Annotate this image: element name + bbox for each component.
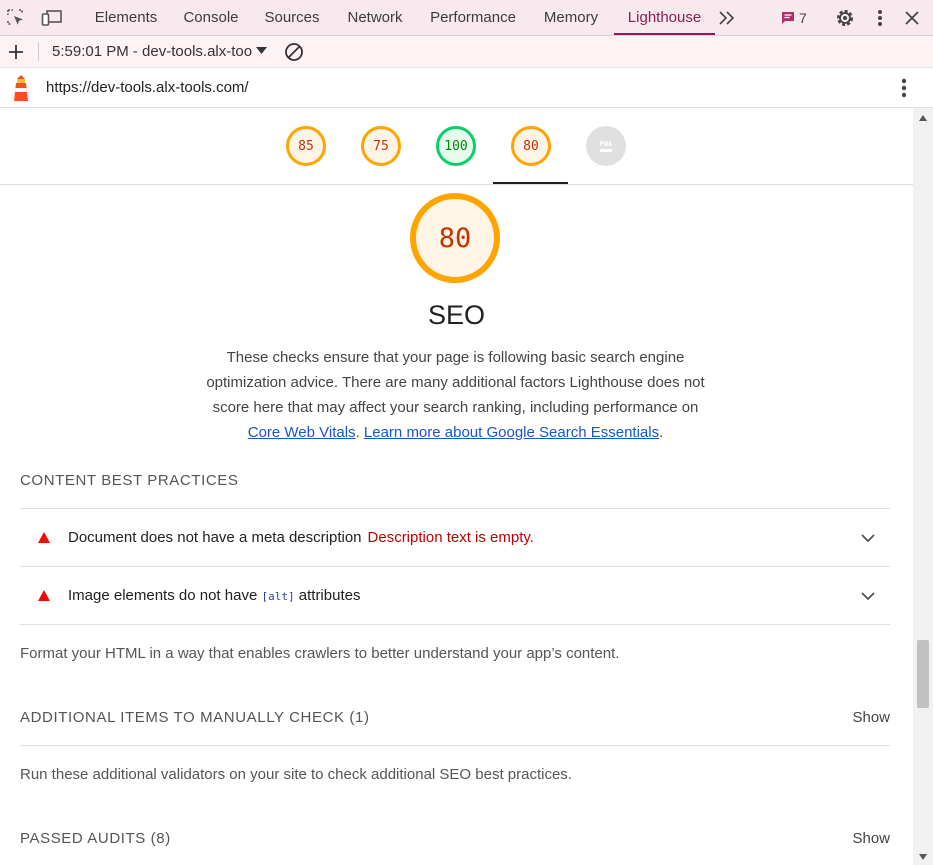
gauge-accessibility[interactable]: 75 (361, 126, 401, 166)
audit-title-post: attributes (294, 587, 361, 604)
scroll-down-icon[interactable] (919, 853, 927, 861)
pwa-label: PWA (599, 140, 613, 148)
passed-count: (8) (150, 830, 171, 847)
category-description: These checks ensure that your page is fo… (200, 345, 711, 445)
manual-count: (1) (349, 709, 370, 726)
new-report-plus-icon[interactable] (6, 42, 26, 62)
divider (20, 745, 890, 746)
active-gauge-indicator (493, 182, 568, 184)
more-tabs-icon[interactable] (716, 8, 738, 28)
lighthouse-toolbar: 5:59:01 PM - dev-tools.alx-too (0, 36, 933, 68)
tab-elements[interactable]: Elements (84, 0, 168, 35)
audit-title: Image elements do not have [alt] attribu… (68, 567, 360, 625)
content-best-practices-heading: CONTENT BEST PRACTICES (20, 472, 239, 489)
manual-show-toggle[interactable]: Show (852, 709, 890, 726)
core-web-vitals-link[interactable]: Core Web Vitals (248, 424, 356, 441)
lighthouse-logo-icon (9, 74, 33, 102)
manual-heading-text: ADDITIONAL ITEMS TO MANUALLY CHECK (20, 709, 345, 726)
issues-count[interactable]: 7 (799, 0, 807, 36)
tab-memory[interactable]: Memory (531, 0, 611, 35)
dropdown-arrow-icon[interactable] (254, 44, 268, 58)
toolbar-divider (38, 42, 39, 61)
scrollbar-thumb[interactable] (917, 640, 929, 708)
pwa-dash-icon (600, 149, 612, 152)
audit-code: [alt] (261, 590, 295, 603)
manual-check-note: Run these additional validators on your … (20, 766, 572, 783)
gauge-performance[interactable]: 85 (286, 126, 326, 166)
seo-essentials-link[interactable]: Learn more about Google Search Essential… (364, 424, 659, 441)
passed-audits-heading[interactable]: PASSED AUDITS (8) (20, 830, 171, 847)
passed-show-toggle[interactable]: Show (852, 830, 890, 847)
audit-title: Document does not have a meta descriptio… (68, 509, 534, 566)
gauge-best-practices[interactable]: 100 (436, 126, 476, 166)
issues-icon[interactable] (780, 9, 796, 27)
device-toolbar-icon[interactable] (41, 8, 63, 28)
link-separator: . (355, 424, 364, 441)
vertical-scrollbar[interactable] (913, 108, 933, 865)
description-text: These checks ensure that your page is fo… (206, 349, 705, 416)
audit-meta-description[interactable]: Document does not have a meta descriptio… (20, 509, 890, 566)
content-best-practices-footer: Format your HTML in a way that enables c… (20, 645, 620, 662)
tab-sources[interactable]: Sources (254, 0, 330, 35)
report-url-bar: https://dev-tools.alx-tools.com/ (0, 68, 933, 108)
audit-title-pre: Image elements do not have (68, 587, 262, 604)
settings-gear-icon[interactable] (834, 7, 856, 29)
chevron-down-icon[interactable] (861, 588, 875, 606)
more-options-icon[interactable] (870, 8, 890, 28)
active-tab-indicator (614, 33, 715, 35)
clear-reports-icon[interactable] (283, 41, 305, 63)
link-end: . (659, 424, 664, 441)
passed-heading-text: PASSED AUDITS (20, 830, 146, 847)
category-gauges: 85 75 100 80 PWA (0, 108, 913, 185)
audit-image-alt[interactable]: Image elements do not have [alt] attribu… (20, 567, 890, 624)
scroll-up-icon[interactable] (919, 114, 927, 122)
tab-console[interactable]: Console (172, 0, 250, 35)
tab-performance[interactable]: Performance (420, 0, 526, 35)
category-title: SEO (427, 300, 486, 330)
seo-score-gauge: 80 (410, 193, 500, 283)
fail-triangle-icon (38, 590, 50, 601)
report-selector[interactable]: 5:59:01 PM - dev-tools.alx-too (52, 36, 252, 67)
divider (20, 624, 890, 625)
gauge-seo[interactable]: 80 (511, 126, 551, 166)
devtools-tabbar: Elements Console Sources Network Perform… (0, 0, 933, 36)
report-menu-icon[interactable] (895, 77, 913, 99)
close-icon[interactable] (902, 8, 922, 28)
manual-check-heading[interactable]: ADDITIONAL ITEMS TO MANUALLY CHECK (1) (20, 709, 370, 726)
inspect-element-icon[interactable] (6, 8, 26, 28)
gauge-pwa[interactable]: PWA (586, 126, 626, 166)
tab-network[interactable]: Network (335, 0, 415, 35)
chevron-down-icon[interactable] (861, 530, 875, 548)
report-url[interactable]: https://dev-tools.alx-tools.com/ (46, 68, 249, 107)
audit-title-text: Document does not have a meta descriptio… (68, 529, 362, 546)
fail-triangle-icon (38, 532, 50, 543)
tab-lighthouse[interactable]: Lighthouse (614, 0, 715, 35)
audit-error-text: Description text is empty. (367, 529, 534, 546)
